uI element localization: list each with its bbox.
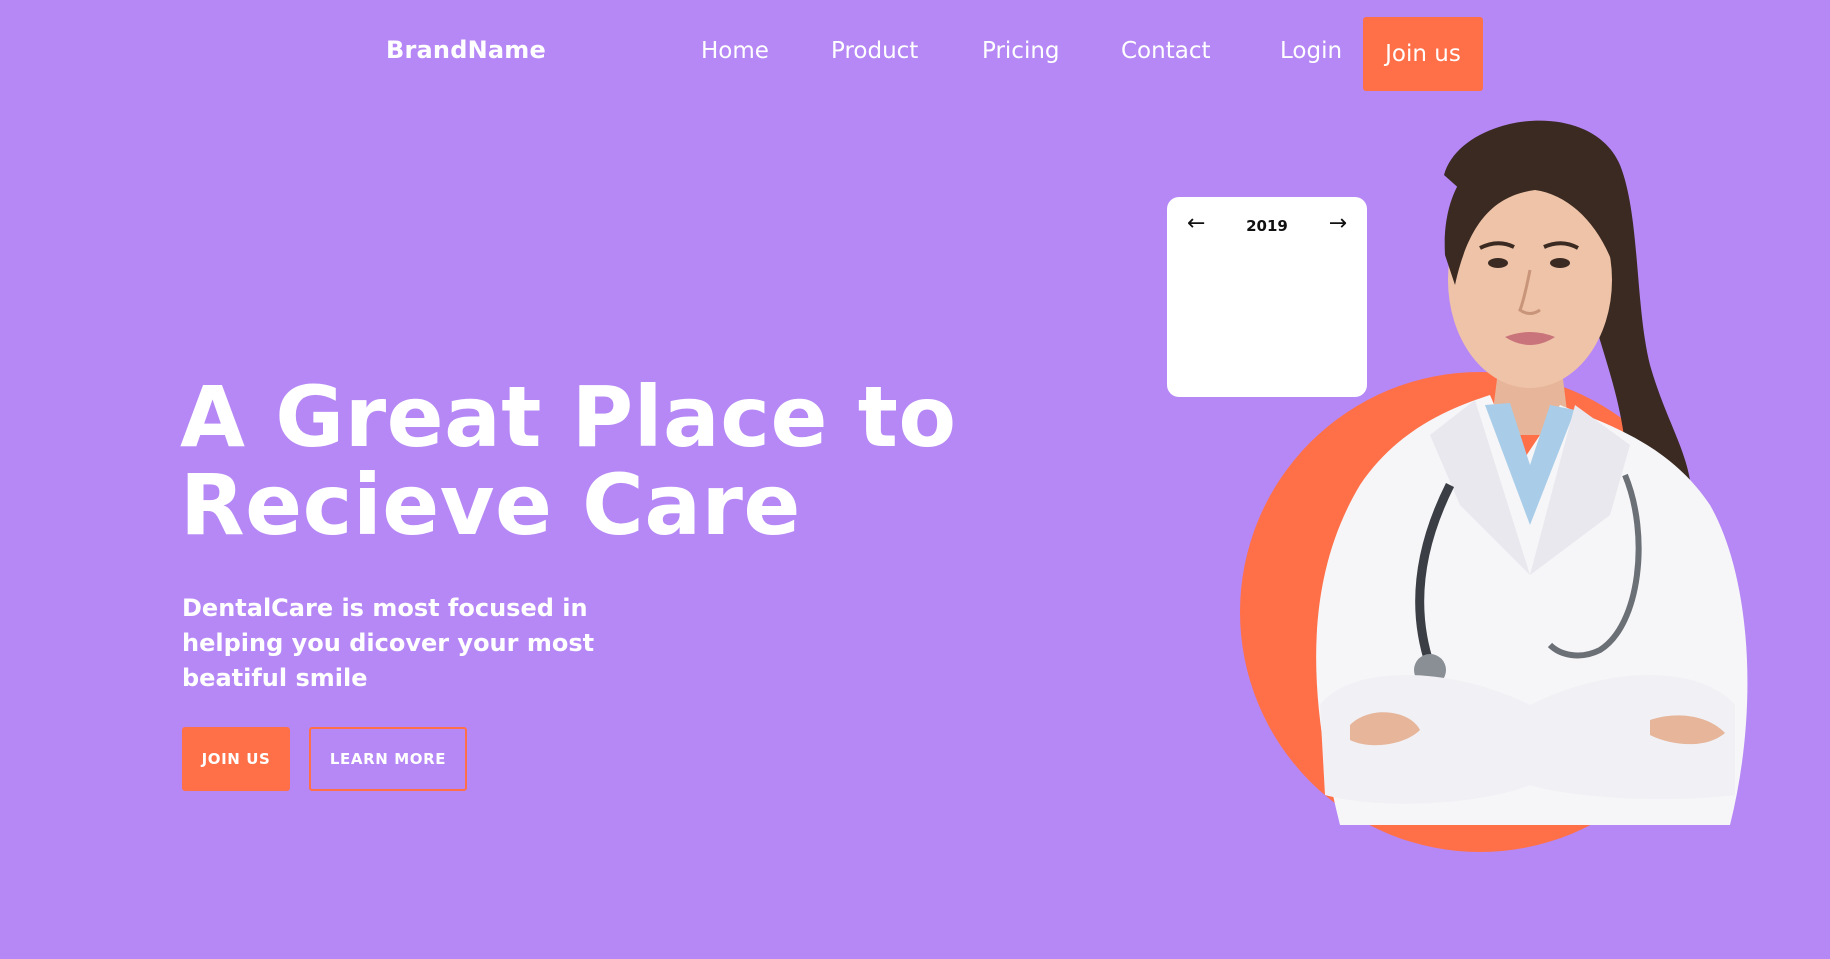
nav-contact[interactable]: Contact [1121, 38, 1210, 64]
hero-learn-more-button[interactable]: LEARN MORE [309, 727, 467, 791]
nav-pricing[interactable]: Pricing [982, 38, 1060, 64]
hero-subtitle: DentalCare is most focused in helping yo… [182, 594, 595, 692]
nav-product[interactable]: Product [831, 38, 918, 64]
eye-right [1550, 258, 1570, 268]
brand-logo[interactable]: BrandName [386, 36, 546, 64]
hero-title-line-1: A Great Place to [180, 368, 957, 466]
doctor-illustration [1240, 120, 1748, 852]
login-link[interactable]: Login [1280, 38, 1342, 64]
eye-left [1488, 258, 1508, 268]
join-us-button[interactable]: Join us [1363, 17, 1483, 91]
hero-title-line-2: Recieve Care [180, 456, 801, 554]
hero-join-button[interactable]: JOIN US [182, 727, 290, 791]
nav-home[interactable]: Home [701, 38, 769, 64]
hero-title: A Great Place to Recieve Care [180, 373, 1080, 549]
